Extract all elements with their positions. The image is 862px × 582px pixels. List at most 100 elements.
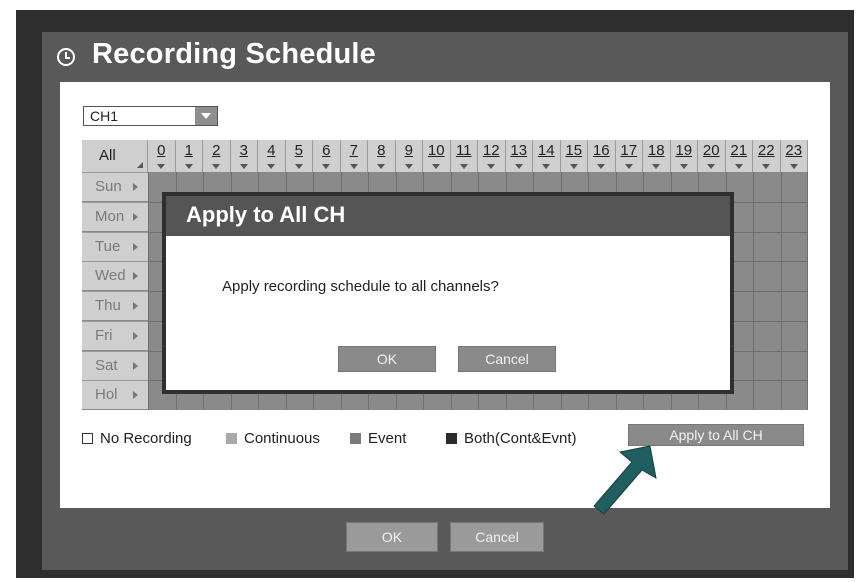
day-row-wed[interactable]: Wed bbox=[82, 261, 148, 291]
day-row-tue[interactable]: Tue bbox=[82, 231, 148, 261]
dialog-message: Apply recording schedule to all channels… bbox=[222, 278, 499, 295]
hour-label: 0 bbox=[157, 142, 166, 159]
hour-header-3[interactable]: 3 bbox=[230, 140, 258, 172]
triangle-down-icon bbox=[322, 164, 331, 169]
triangle-right-icon bbox=[133, 242, 138, 251]
hour-label: 5 bbox=[294, 142, 303, 159]
hour-label: 11 bbox=[455, 142, 472, 159]
hour-header-7[interactable]: 7 bbox=[340, 140, 368, 172]
select-all-label: All bbox=[99, 147, 116, 164]
triangle-right-icon bbox=[133, 302, 138, 310]
day-row-fri[interactable]: Fri bbox=[82, 320, 148, 350]
hour-header-20[interactable]: 20 bbox=[698, 140, 726, 172]
triangle-down-icon bbox=[404, 164, 413, 169]
hour-header-10[interactable]: 10 bbox=[423, 140, 451, 172]
triangle-right-icon bbox=[133, 391, 138, 400]
hour-label: 13 bbox=[510, 142, 528, 159]
hour-header-6[interactable]: 6 bbox=[313, 140, 341, 172]
hour-header-14[interactable]: 14 bbox=[533, 140, 561, 172]
hour-header-15[interactable]: 15 bbox=[560, 140, 588, 172]
hour-header-8[interactable]: 8 bbox=[368, 140, 396, 172]
dialog-ok-button[interactable]: OK bbox=[338, 346, 436, 372]
triangle-down-icon bbox=[294, 164, 303, 169]
hour-header-11[interactable]: 11 bbox=[450, 140, 478, 172]
hour-header-17[interactable]: 17 bbox=[615, 140, 643, 172]
hour-label: 16 bbox=[592, 142, 610, 159]
legend-swatch-event bbox=[350, 432, 361, 444]
hour-label: 12 bbox=[482, 142, 500, 159]
legend-label-no-recording: No Recording bbox=[100, 429, 192, 447]
triangle-down-icon bbox=[734, 164, 743, 169]
day-row-sun[interactable]: Sun bbox=[82, 172, 148, 201]
day-row-thu[interactable]: Thu bbox=[82, 291, 148, 320]
day-label: Wed bbox=[95, 267, 126, 285]
triangle-down-icon bbox=[514, 164, 523, 169]
hour-label: 15 bbox=[565, 142, 583, 159]
hour-label: 2 bbox=[212, 142, 221, 159]
legend-swatch-both bbox=[446, 432, 457, 444]
legend-swatch-continuous bbox=[226, 432, 237, 444]
triangle-right-icon bbox=[133, 272, 138, 281]
hour-header-0[interactable]: 0 bbox=[148, 140, 176, 172]
day-row-hol[interactable]: Hol bbox=[82, 380, 148, 410]
triangle-down-icon bbox=[184, 164, 193, 169]
title-bar: Recording Schedule bbox=[42, 32, 848, 82]
triangle-down-icon bbox=[239, 164, 248, 169]
day-label: Sat bbox=[95, 356, 118, 374]
legend-label-both: Both(Cont&Evnt) bbox=[464, 429, 577, 447]
hour-label: 18 bbox=[647, 142, 665, 159]
day-row-sat[interactable]: Sat bbox=[82, 350, 148, 380]
dialog-title: Apply to All CH bbox=[186, 202, 346, 227]
channel-select-value: CH1 bbox=[90, 108, 119, 124]
triangle-right-icon bbox=[133, 212, 138, 221]
hour-header-5[interactable]: 5 bbox=[285, 140, 313, 172]
hour-header-21[interactable]: 21 bbox=[725, 140, 753, 172]
legend-label-event: Event bbox=[368, 429, 407, 447]
triangle-down-icon bbox=[707, 164, 716, 169]
hour-label: 19 bbox=[675, 142, 693, 159]
hour-label: 22 bbox=[757, 142, 775, 159]
day-row-mon[interactable]: Mon bbox=[82, 201, 148, 231]
chevron-down-icon[interactable] bbox=[195, 107, 217, 125]
day-label: Fri bbox=[95, 326, 113, 344]
triangle-right-icon bbox=[133, 361, 138, 370]
legend-continuous: Continuous bbox=[226, 428, 320, 448]
hour-label: 6 bbox=[322, 142, 331, 159]
corner-triangle-icon bbox=[137, 162, 143, 168]
window-title: Recording Schedule bbox=[92, 38, 376, 70]
triangle-down-icon bbox=[789, 164, 798, 169]
hour-label: 23 bbox=[785, 142, 803, 159]
apply-to-all-ch-button[interactable]: Apply to All CH bbox=[628, 424, 804, 446]
triangle-down-icon bbox=[212, 164, 221, 169]
triangle-right-icon bbox=[133, 183, 138, 191]
hour-header-16[interactable]: 16 bbox=[588, 140, 616, 172]
triangle-down-icon bbox=[569, 164, 578, 169]
hour-label: 9 bbox=[404, 142, 413, 159]
legend-swatch-no-recording bbox=[82, 432, 93, 444]
dialog-cancel-button[interactable]: Cancel bbox=[458, 346, 556, 372]
triangle-down-icon bbox=[157, 164, 166, 169]
hour-header-18[interactable]: 18 bbox=[643, 140, 671, 172]
triangle-down-icon bbox=[432, 164, 441, 169]
hour-header-22[interactable]: 22 bbox=[753, 140, 781, 172]
hour-header-23[interactable]: 23 bbox=[780, 140, 808, 172]
triangle-down-icon bbox=[267, 164, 276, 169]
channel-select[interactable]: CH1 bbox=[83, 106, 218, 126]
hour-header-13[interactable]: 13 bbox=[505, 140, 533, 172]
ok-button[interactable]: OK bbox=[346, 522, 438, 552]
cancel-button[interactable]: Cancel bbox=[450, 522, 544, 552]
hour-header-9[interactable]: 9 bbox=[395, 140, 423, 172]
hour-header-19[interactable]: 19 bbox=[670, 140, 698, 172]
hour-label: 21 bbox=[730, 142, 748, 159]
triangle-down-icon bbox=[652, 164, 661, 169]
select-all-cell[interactable]: All bbox=[82, 140, 148, 172]
legend-label-continuous: Continuous bbox=[244, 429, 320, 447]
hour-header-4[interactable]: 4 bbox=[258, 140, 286, 172]
hour-header-12[interactable]: 12 bbox=[478, 140, 506, 172]
hour-label: 3 bbox=[239, 142, 248, 159]
hour-header-2[interactable]: 2 bbox=[203, 140, 231, 172]
dialog-body: Apply recording schedule to all channels… bbox=[166, 236, 730, 390]
triangle-down-icon bbox=[542, 164, 551, 169]
triangle-down-icon bbox=[349, 164, 358, 169]
hour-header-1[interactable]: 1 bbox=[175, 140, 203, 172]
